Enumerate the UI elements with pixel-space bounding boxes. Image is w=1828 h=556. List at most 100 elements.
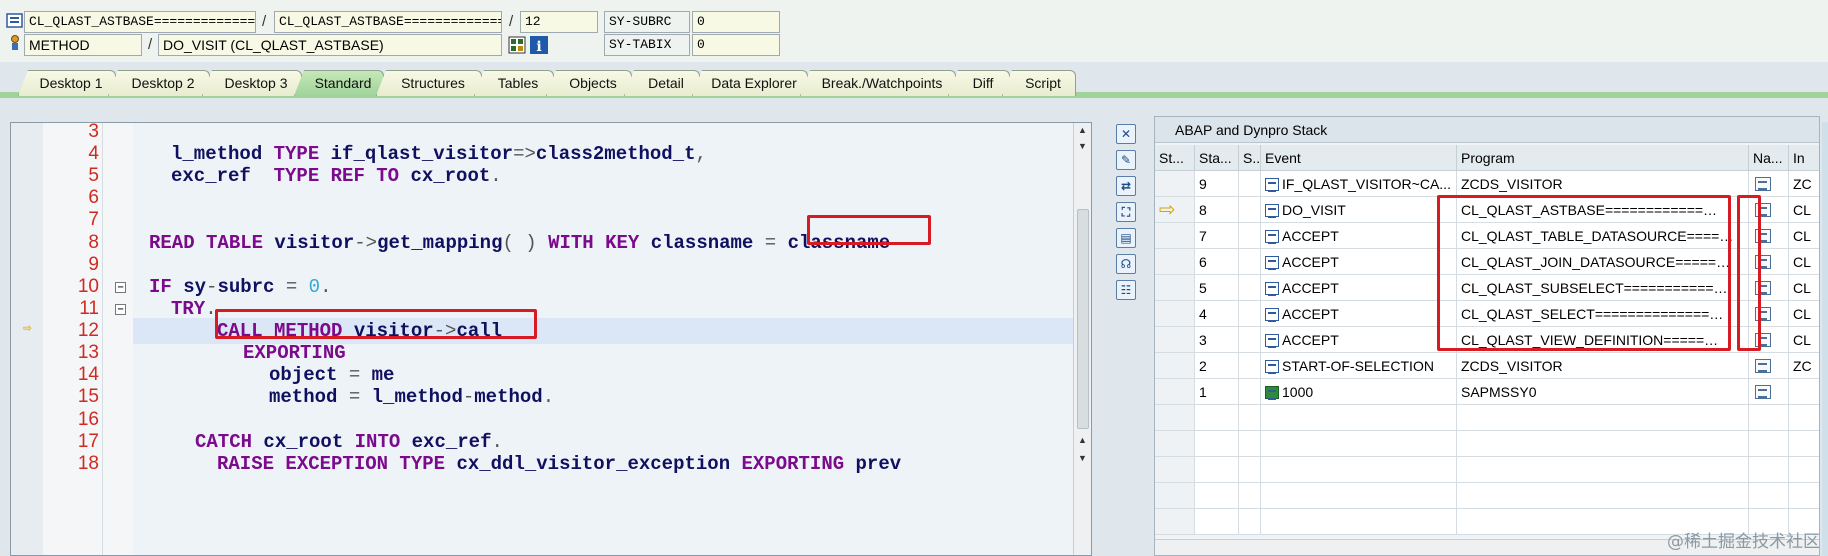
abap-dynpro-stack-panel: ABAP and Dynpro Stack St... Sta... S.. E… — [1154, 116, 1820, 556]
stack-row[interactable]: 1 1000 SAPMSSY0 — [1155, 379, 1819, 405]
column-header-s[interactable]: S.. — [1239, 145, 1261, 171]
hierarchy-icon[interactable]: ☷ — [1116, 280, 1136, 300]
column-header-include[interactable]: In — [1789, 145, 1819, 171]
include-cell: CL — [1789, 275, 1819, 301]
navigate-cell[interactable] — [1749, 379, 1789, 405]
column-header-navigate[interactable]: Na... — [1749, 145, 1789, 171]
tab-data-explorer[interactable]: Data Explorer — [692, 70, 808, 96]
code-text: RAISE EXCEPTION TYPE cx_ddl_visitor_exce… — [217, 453, 902, 475]
event-cell: ACCEPT — [1261, 301, 1457, 327]
event-cell: ACCEPT — [1261, 223, 1457, 249]
navigate-icon[interactable] — [1755, 177, 1771, 191]
swap-tool-icon[interactable]: ⇄ — [1116, 176, 1136, 196]
event-cell: ACCEPT — [1261, 327, 1457, 353]
scroll-down-icon[interactable]: ▼ — [1078, 141, 1087, 151]
column-header-event[interactable]: Event — [1261, 145, 1457, 171]
screen-icon — [1265, 386, 1279, 400]
tab-desktop-2[interactable]: Desktop 2 — [108, 70, 210, 96]
event-icon — [1265, 204, 1279, 218]
stack-level: 6 — [1195, 249, 1239, 275]
event-cell: ACCEPT — [1261, 249, 1457, 275]
event-cell: 1000 — [1261, 379, 1457, 405]
include-cell: CL — [1789, 249, 1819, 275]
navigate-icon[interactable] — [1755, 385, 1771, 399]
tab-structures[interactable]: Structures — [376, 70, 482, 96]
current-arrow-icon: ⇨ — [1159, 199, 1176, 221]
highlight-box-classname — [807, 215, 931, 245]
tab-desktop-1[interactable]: Desktop 1 — [18, 70, 116, 96]
debugger-info-area: CL_QLAST_ASTBASE=============… / CL_QLAS… — [0, 0, 1828, 62]
new-tool-icon[interactable]: ✎ — [1116, 150, 1136, 170]
event-field[interactable]: DO_VISIT (CL_QLAST_ASTBASE) — [158, 34, 502, 56]
stack-level: 5 — [1195, 275, 1239, 301]
column-header-program[interactable]: Program — [1457, 145, 1749, 171]
event-cell: ACCEPT — [1261, 275, 1457, 301]
fold-toggle-icon[interactable]: − — [115, 304, 126, 315]
maximize-icon[interactable]: ⛶ — [1116, 202, 1136, 222]
navigate-icon[interactable] — [1755, 359, 1771, 373]
include-cell: ZC — [1789, 171, 1819, 197]
stack-level: 7 — [1195, 223, 1239, 249]
sy-tabix-value[interactable]: 0 — [692, 34, 780, 56]
event-type-field[interactable]: METHOD — [24, 34, 142, 56]
svg-text:i: i — [536, 39, 541, 54]
event-icon — [1265, 308, 1279, 322]
program-cell: ZCDS_VISITOR — [1457, 353, 1749, 379]
event-icon — [1265, 178, 1279, 192]
event-icon — [1265, 230, 1279, 244]
tab-break-watchpoints[interactable]: Break./Watchpoints — [800, 70, 956, 96]
tab-script[interactable]: Script — [1002, 70, 1076, 96]
event-icon — [1265, 360, 1279, 374]
program-icon — [6, 13, 23, 28]
highlight-box-program-column — [1437, 195, 1731, 351]
tab-tables[interactable]: Tables — [474, 70, 554, 96]
event-icon — [1265, 282, 1279, 296]
scroll-thumb[interactable] — [1077, 209, 1089, 429]
event-cell: DO_VISIT — [1261, 197, 1457, 223]
code-line[interactable]: 18 RAISE EXCEPTION TYPE cx_ddl_visitor_e… — [11, 451, 1075, 477]
grid-icon[interactable] — [508, 36, 526, 54]
column-header-st[interactable]: St... — [1155, 145, 1195, 171]
method-icon — [11, 35, 19, 50]
info-icon[interactable]: i — [530, 36, 548, 54]
source-code-editor[interactable]: 3 4 l_method TYPE if_qlast_visitor=>clas… — [10, 122, 1092, 556]
event-cell: START-OF-SELECTION — [1261, 353, 1457, 379]
stack-level: 1 — [1195, 379, 1239, 405]
highlight-box-call-method — [215, 309, 537, 339]
services-icon[interactable]: ▤ — [1116, 228, 1136, 248]
headset-icon[interactable]: ☊ — [1116, 254, 1136, 274]
stack-row[interactable]: 2 START-OF-SELECTION ZCDS_VISITOR ZC — [1155, 353, 1819, 379]
editor-toolbar: ✕ ✎ ⇄ ⛶ ▤ ☊ ☷ — [1106, 122, 1146, 556]
line-number-field[interactable]: 12 — [520, 11, 598, 33]
column-header-stack-level[interactable]: Sta... — [1195, 145, 1239, 171]
stack-row[interactable]: 9 IF_QLAST_VISITOR~CA... ZCDS_VISITOR ZC — [1155, 171, 1819, 197]
include-cell: ZC — [1789, 353, 1819, 379]
separator: / — [148, 36, 153, 53]
stack-level: 8 — [1195, 197, 1239, 223]
stack-level: 3 — [1195, 327, 1239, 353]
empty-row — [1155, 431, 1819, 457]
tab-desktop-3[interactable]: Desktop 3 — [202, 70, 302, 96]
tab-detail[interactable]: Detail — [624, 70, 700, 96]
sy-subrc-label: SY-SUBRC — [604, 11, 690, 33]
separator: / — [509, 13, 514, 30]
tab-objects[interactable]: Objects — [546, 70, 632, 96]
include-field[interactable]: CL_QLAST_ASTBASE=============… — [274, 11, 502, 33]
include-cell: CL — [1789, 197, 1819, 223]
tab-standard[interactable]: Standard — [294, 70, 384, 96]
empty-row — [1155, 457, 1819, 483]
highlight-box-navigate-column — [1737, 195, 1761, 351]
empty-row — [1155, 405, 1819, 431]
event-icon — [1265, 334, 1279, 348]
main-program-field[interactable]: CL_QLAST_ASTBASE=============… — [24, 11, 256, 33]
editor-vertical-scrollbar[interactable]: ▲ ▼ ▲ ▼ — [1073, 123, 1091, 555]
fold-toggle-icon[interactable]: − — [115, 282, 126, 293]
tab-diff[interactable]: Diff — [948, 70, 1010, 96]
close-icon[interactable]: ✕ — [1116, 124, 1136, 144]
navigate-cell[interactable] — [1749, 353, 1789, 379]
scroll-up-icon[interactable]: ▲ — [1078, 435, 1087, 445]
scroll-up-icon[interactable]: ▲ — [1078, 125, 1087, 135]
scroll-down-icon[interactable]: ▼ — [1078, 453, 1087, 463]
navigate-cell[interactable] — [1749, 171, 1789, 197]
sy-subrc-value[interactable]: 0 — [692, 11, 780, 33]
